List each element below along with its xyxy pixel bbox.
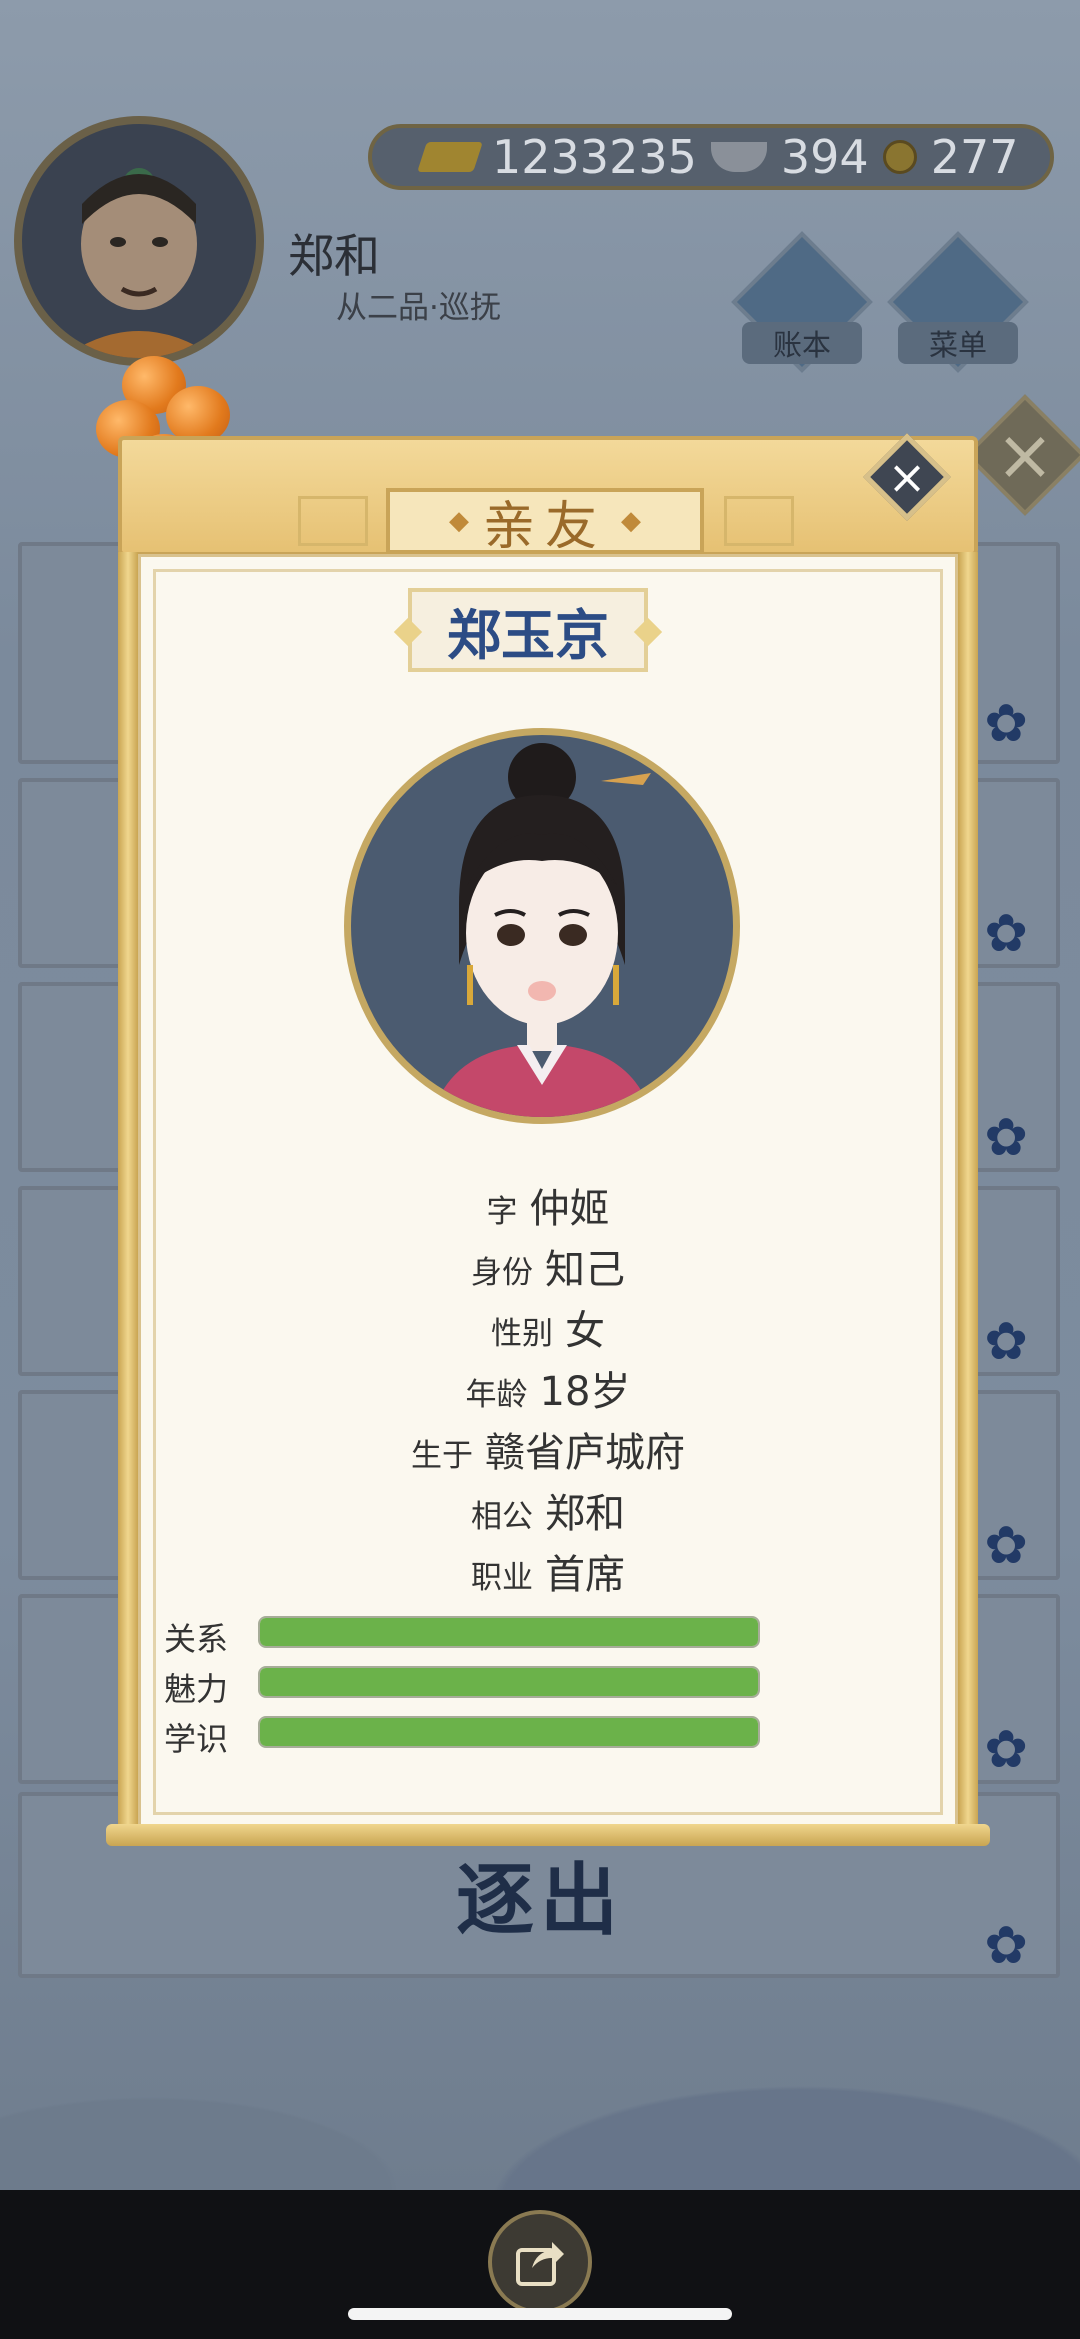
stat-label: 关系: [164, 1620, 229, 1658]
info-row: 字 仲姬: [118, 1176, 978, 1237]
stat-learning: 学识: [164, 1714, 944, 1758]
header-ornament: [724, 496, 794, 546]
flower-icon: ✿: [984, 904, 1028, 964]
lady-portrait-icon: [431, 743, 653, 1117]
silver-ingot-icon: [710, 142, 767, 172]
background-close-button[interactable]: ×: [964, 394, 1080, 516]
share-icon: [516, 2242, 564, 2286]
scroll-rod-bottom: [106, 1824, 990, 1846]
stat-bar-fill: [260, 1618, 758, 1646]
info-key: 性别: [491, 1316, 553, 1352]
flower-icon: ✿: [984, 1108, 1028, 1168]
player-rank: 从二品·巡抚: [336, 290, 501, 326]
info-value: 知己: [545, 1247, 625, 1293]
stat-bar-fill: [260, 1718, 758, 1746]
stat-bar: [258, 1666, 760, 1698]
info-key: 相公: [471, 1499, 533, 1535]
share-button[interactable]: [488, 2210, 592, 2314]
gold-amount: 1233235: [492, 130, 697, 184]
ledger-label: 账本: [742, 322, 862, 364]
info-row: 职业 首席: [118, 1542, 978, 1603]
info-value: 仲姬: [529, 1186, 610, 1232]
person-portrait: [344, 728, 740, 1124]
silver-amount: 394: [780, 130, 869, 184]
flower-icon: ✿: [984, 1312, 1028, 1372]
person-name-plate: 郑玉京: [408, 588, 648, 672]
stat-relationship: 关系: [164, 1614, 944, 1658]
info-row: 性别 女: [118, 1298, 978, 1359]
info-key: 字: [486, 1194, 518, 1230]
info-row: 相公 郑和: [118, 1481, 978, 1542]
relative-detail-modal: ◆ 亲友 ◆ × 郑玉京 字 仲姬 身份 知己 性别 女 年龄 18岁 生于 赣…: [106, 406, 990, 1846]
info-row: 生于 赣省庐城府: [118, 1420, 978, 1481]
ornament-dot-icon: ◆: [448, 506, 469, 536]
flower-icon: ✿: [984, 1720, 1028, 1780]
home-indicator[interactable]: [348, 2308, 732, 2320]
stat-label: 魅力: [164, 1670, 229, 1708]
stat-charm: 魅力: [164, 1664, 944, 1708]
copper-coin-icon: [882, 140, 917, 174]
info-key: 身份: [471, 1255, 533, 1291]
gold-ingot-icon: [417, 142, 483, 172]
flower-icon: ✿: [984, 694, 1028, 754]
stat-label: 学识: [164, 1720, 229, 1758]
info-key: 职业: [471, 1560, 533, 1596]
info-value: 郑和: [545, 1491, 625, 1537]
coin-amount: 277: [930, 130, 1019, 184]
close-icon: ×: [995, 414, 1055, 496]
modal-title-text: 亲友: [482, 496, 607, 557]
info-row: 年龄 18岁: [118, 1359, 978, 1420]
info-value: 女: [565, 1308, 605, 1354]
menu-label: 菜单: [898, 322, 1018, 364]
info-value: 赣省庐城府: [485, 1430, 685, 1476]
person-info-list: 字 仲姬 身份 知己 性别 女 年龄 18岁 生于 赣省庐城府 相公 郑和 职业…: [118, 1176, 978, 1603]
flower-icon: ✿: [984, 1516, 1028, 1576]
header-ornament: [298, 496, 368, 546]
player-name: 郑和: [288, 229, 380, 283]
stat-bar-fill: [260, 1668, 758, 1696]
info-key: 年龄: [465, 1377, 528, 1413]
info-value: 18岁: [539, 1369, 631, 1415]
player-portrait-icon: [62, 168, 216, 358]
info-value: 首席: [545, 1552, 625, 1598]
info-row: 身份 知己: [118, 1237, 978, 1298]
info-key: 生于: [411, 1438, 473, 1474]
modal-title: ◆ 亲友 ◆: [386, 488, 704, 557]
stat-bar: [258, 1616, 760, 1648]
bottom-bar: [0, 2190, 1080, 2339]
expel-label: 逐出: [455, 1856, 624, 1946]
stat-bar: [258, 1716, 760, 1748]
player-avatar[interactable]: [14, 116, 264, 366]
ornament-dot-icon: ◆: [621, 506, 641, 536]
close-icon: ×: [887, 450, 927, 504]
resource-bar: 1233235 394 277: [368, 124, 1054, 190]
